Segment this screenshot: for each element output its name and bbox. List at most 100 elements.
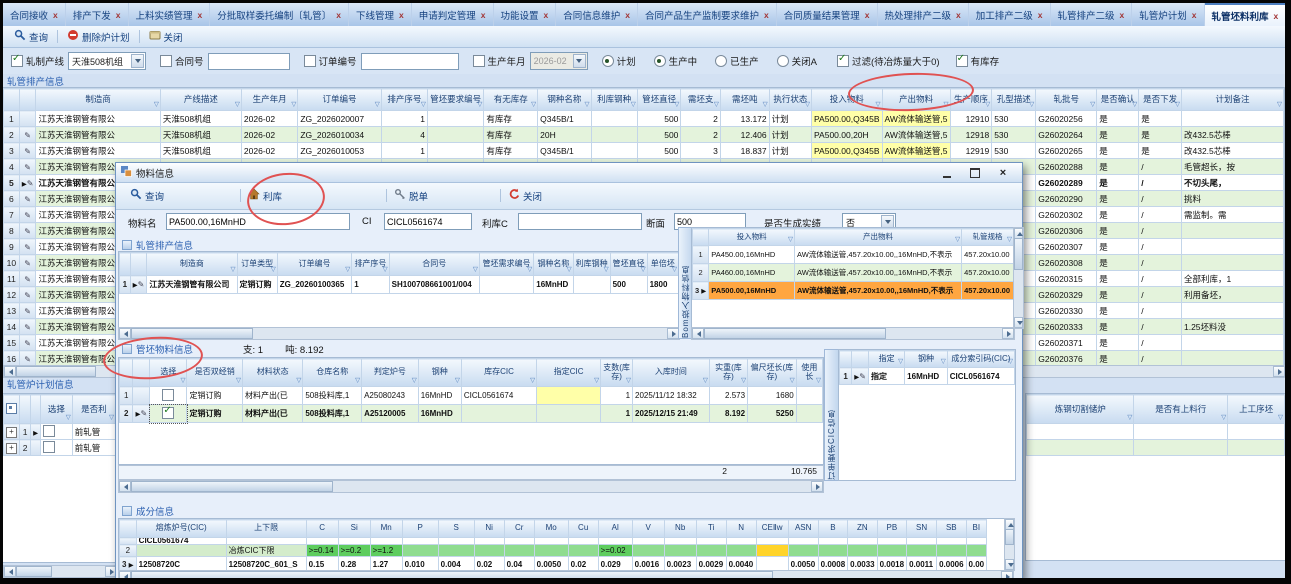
cell[interactable] [438,545,474,557]
tab-close-icon[interactable]: x [1120,10,1125,20]
cell[interactable] [568,538,598,545]
cell[interactable] [1228,424,1285,440]
cell[interactable]: / [1139,303,1182,319]
cell[interactable]: 改432.5芯棒 [1181,127,1283,143]
cell[interactable]: G26020288 [1036,159,1097,175]
cell[interactable]: 是 [1097,255,1139,271]
expand-cell[interactable]: + [4,424,20,440]
column-header[interactable]: 是否双经销▽ [187,359,243,387]
schedule-hscrollbar[interactable] [118,327,680,340]
cell[interactable]: 天淮508机组 [160,143,241,159]
cell[interactable]: 0.04 [504,557,534,572]
scroll-left-icon[interactable] [4,566,16,577]
cell[interactable] [1181,223,1283,239]
filter-funnel-icon[interactable]: ▽ [741,378,746,385]
column-header[interactable]: 利库钢种▽ [573,253,610,276]
scroll-right-icon[interactable] [1273,366,1285,377]
cell[interactable]: 有库存 [484,127,538,143]
column-header[interactable]: 管坯要求编号▽ [427,89,483,111]
filter-funnel-icon[interactable]: ▽ [236,378,241,385]
cell[interactable]: 1800 [647,276,678,294]
column-header[interactable]: 选择▽ [150,359,187,387]
cell[interactable]: 0.0011 [907,557,937,572]
row-header[interactable]: 2 [120,405,133,423]
column-header[interactable]: 轧批号▽ [1036,89,1097,111]
column-header[interactable]: 订单类型▽ [237,253,277,276]
column-header[interactable]: 选择▽ [41,395,73,424]
cell[interactable] [796,405,822,423]
collapse-icon[interactable] [122,506,132,516]
column-header[interactable]: 管坯需求编号▽ [479,253,533,276]
cell[interactable]: 材料产出(已 [243,405,303,423]
cell[interactable]: 16MnHD [418,405,461,423]
filter-funnel-icon[interactable]: ▽ [1008,359,1013,366]
cell[interactable]: / [1139,191,1182,207]
cell[interactable] [591,127,637,143]
column-header[interactable]: 实重(库存)▽ [709,359,747,387]
cell[interactable]: SH100708661001/004 [389,276,479,294]
column-header[interactable]: 钢种▽ [418,359,461,387]
tab-close-icon[interactable]: x [956,10,961,20]
cell[interactable]: 530 [992,127,1036,143]
filter-funnel-icon[interactable]: ▽ [1175,102,1180,109]
row-marker[interactable]: ✎ [19,223,36,239]
cell[interactable]: 5250 [748,405,797,423]
column-header[interactable]: 单倍坯▽ [647,253,678,276]
scroll-thumb[interactable] [704,328,886,339]
column-header[interactable]: 需坯吨▽ [720,89,769,111]
filter-funnel-icon[interactable]: ▽ [235,102,240,109]
row-marker[interactable]: ✎ [19,143,36,159]
cell[interactable]: 500 [637,143,681,159]
cell[interactable]: 0.0050 [788,557,818,572]
row-header[interactable]: 1 [120,387,133,405]
cell[interactable]: 1.27 [370,557,402,572]
row-header[interactable]: 7 [4,207,20,223]
column-header[interactable]: CEⅡw [756,520,788,538]
cell[interactable] [848,538,877,545]
row-marker[interactable]: ✎ [19,239,36,255]
cell[interactable] [136,545,226,557]
filter-funnel-icon[interactable]: ▽ [955,237,960,244]
cell[interactable]: 前轧管 [72,440,115,456]
radio-计划[interactable] [602,55,614,67]
cell[interactable]: 0.0040 [726,557,756,572]
corner-header[interactable] [840,351,852,368]
column-header[interactable]: Nb [664,520,696,538]
tab-close-icon[interactable]: x [116,10,121,20]
cell[interactable]: 2 [681,127,720,143]
row-marker[interactable]: ✎ [19,271,36,287]
column-header[interactable]: 订单编号▽ [298,89,381,111]
cell[interactable]: 0.02 [568,557,598,572]
bom-vscrollbar[interactable] [1013,227,1024,329]
cell[interactable]: G26020302 [1036,207,1097,223]
cell[interactable] [1228,440,1285,456]
cell[interactable]: 是 [1097,319,1139,335]
cell[interactable]: / [1139,175,1182,191]
filter-funnel-icon[interactable]: ▽ [1127,415,1132,422]
column-header[interactable]: BI [966,520,987,538]
row-header[interactable]: 11 [4,271,20,287]
filter-funnel-icon[interactable]: ▽ [631,102,636,109]
cell[interactable]: 2.573 [709,387,747,405]
filter-funnel-icon[interactable]: ▽ [66,415,71,422]
filter-funnel-icon[interactable]: ▽ [345,267,350,274]
cell[interactable]: 材料产出(已 [243,387,303,405]
column-header[interactable]: 制造商▽ [36,89,160,111]
cell[interactable]: 不切头尾， [1181,175,1283,191]
scroll-thumb[interactable] [131,571,773,578]
row-marker[interactable]: ✎ [19,255,36,271]
column-header[interactable]: 执行状态▽ [769,89,811,111]
关闭-button[interactable]: 关闭 [143,28,189,45]
filter-funnel-icon[interactable]: ▽ [180,378,185,385]
cell[interactable]: 16MnHD [905,368,948,385]
filter-funnel-icon[interactable]: ▽ [355,378,360,385]
column-header[interactable]: 是否下发▽ [1139,89,1182,111]
row-marker[interactable]: ✎ [19,159,36,175]
tab-加工排产二级[interactable]: 加工排产二级x [969,3,1051,26]
column-header[interactable]: B [818,520,847,538]
cell[interactable]: 500 [637,127,681,143]
corner-header[interactable] [852,351,869,368]
column-header[interactable]: 钢种▽ [905,351,948,368]
cell[interactable]: 0.0050 [534,557,568,572]
filter-funnel-icon[interactable]: ▽ [530,378,535,385]
